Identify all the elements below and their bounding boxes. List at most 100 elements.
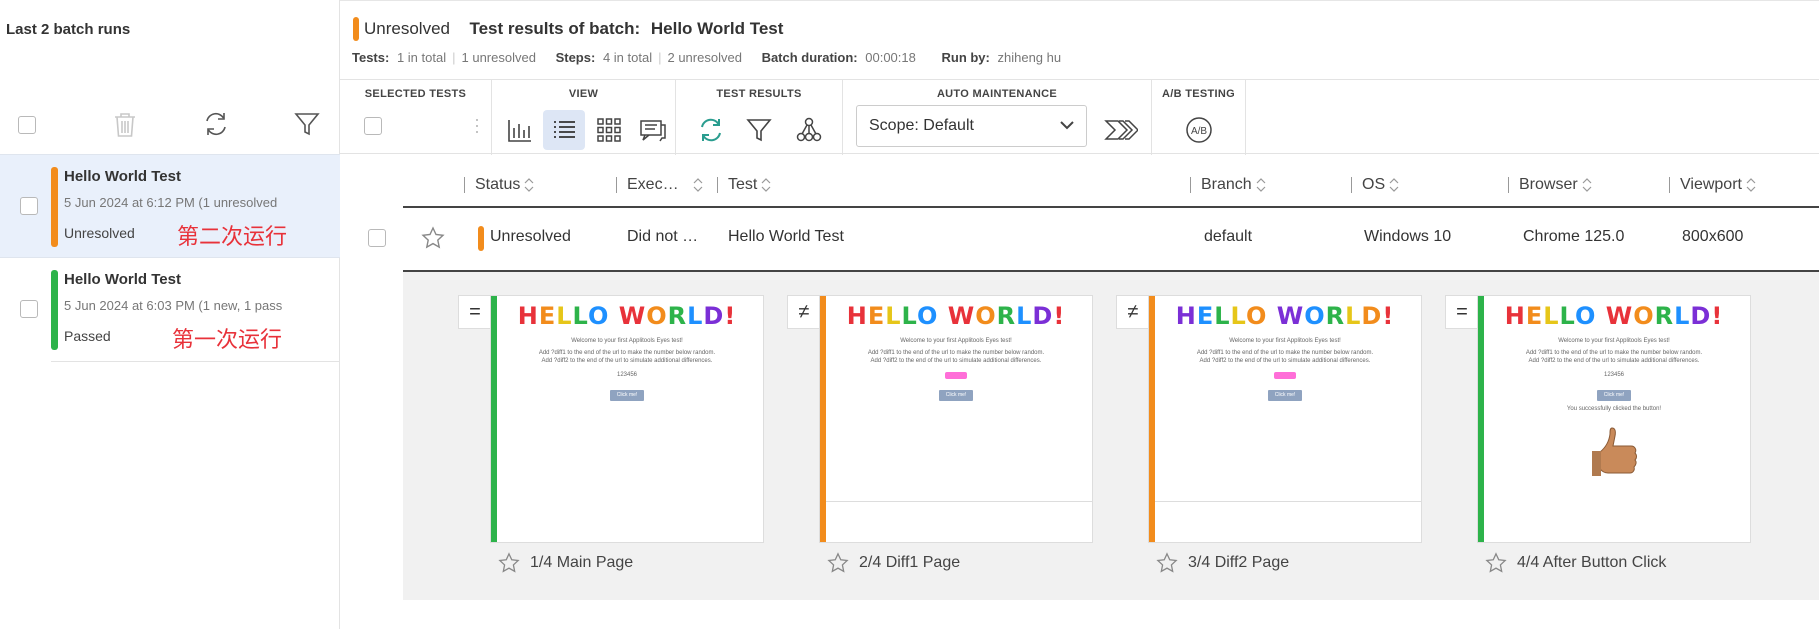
header-title-line: Unresolved Test results of batch: Hello … bbox=[364, 19, 783, 39]
sync-icon[interactable] bbox=[690, 110, 732, 150]
step-label[interactable]: 1/4 Main Page bbox=[498, 552, 633, 574]
duration-label: Batch duration: bbox=[761, 50, 858, 65]
ab-testing-icon[interactable]: A/B bbox=[1178, 110, 1220, 150]
annotation-second-run: 第二次运行 bbox=[177, 225, 288, 250]
header-status: Unresolved bbox=[364, 19, 450, 38]
selected-tests-label: SELECTED TESTS bbox=[364, 88, 467, 100]
thumb-welcome: Welcome to your first Applitools Eyes te… bbox=[900, 338, 1012, 344]
status-color-bar bbox=[51, 270, 58, 350]
step-label[interactable]: 2/4 Diff1 Page bbox=[827, 552, 960, 574]
auto-maintenance-group: AUTO MAINTENANCE Scope: Default bbox=[843, 80, 1152, 155]
col-status-label: Status bbox=[475, 176, 521, 193]
col-viewport[interactable]: Viewport bbox=[1669, 176, 1756, 194]
thumb-region-divider bbox=[1155, 501, 1421, 502]
sort-icon bbox=[524, 177, 534, 192]
scope-select[interactable]: Scope: Default bbox=[856, 105, 1087, 147]
tests-unresolved: 1 unresolved bbox=[461, 50, 536, 65]
thumb-welcome: Welcome to your first Applitools Eyes te… bbox=[571, 338, 683, 344]
col-test[interactable]: Test bbox=[717, 176, 771, 194]
step-thumbnail[interactable]: HELLO WORLD! Welcome to your first Applit… bbox=[490, 295, 764, 543]
step-status-bar bbox=[1149, 296, 1155, 542]
selected-tests-group: SELECTED TESTS · · · bbox=[340, 80, 492, 155]
test-results-label: TEST RESULTS bbox=[716, 88, 802, 100]
step-label-text: 4/4 After Button Click bbox=[1517, 554, 1667, 571]
col-browser[interactable]: Browser bbox=[1508, 176, 1592, 194]
thumb-welcome: Welcome to your first Applitools Eyes te… bbox=[1558, 338, 1670, 344]
col-branch[interactable]: Branch bbox=[1190, 176, 1266, 194]
row-checkbox[interactable] bbox=[368, 229, 386, 247]
batch-list-title: Last 2 batch runs bbox=[6, 21, 131, 38]
step-label-text: 1/4 Main Page bbox=[530, 554, 634, 571]
step-label[interactable]: 4/4 After Button Click bbox=[1485, 552, 1666, 574]
step-label[interactable]: 3/4 Diff2 Page bbox=[1156, 552, 1289, 574]
select-tests-checkbox[interactable] bbox=[364, 117, 382, 135]
more-options-icon[interactable]: · · · bbox=[474, 110, 480, 140]
batch-name: Hello World Test bbox=[64, 271, 181, 288]
thumb-line2: Add ?diff2 to the end of the url to simu… bbox=[1199, 358, 1371, 364]
col-test-label: Test bbox=[728, 176, 758, 193]
match-status-icon: ≠ bbox=[1116, 295, 1150, 329]
step-star-icon[interactable] bbox=[498, 552, 520, 574]
results-filter-icon[interactable] bbox=[738, 110, 780, 150]
thumb-headline: HELLO WORLD! bbox=[1175, 302, 1395, 330]
chevron-down-icon bbox=[1060, 121, 1074, 130]
star-icon[interactable] bbox=[421, 226, 445, 253]
batch-meta: 5 Jun 2024 at 6:03 PM (1 new, 1 pass bbox=[64, 298, 283, 313]
batch-row[interactable]: Hello World Test 5 Jun 2024 at 6:12 PM (… bbox=[0, 154, 340, 258]
step-star-icon[interactable] bbox=[827, 552, 849, 574]
auto-maintenance-label: AUTO MAINTENANCE bbox=[936, 88, 1058, 100]
cell-execution: Did not … bbox=[627, 228, 699, 245]
steps-total: 4 in total bbox=[602, 50, 653, 65]
batch-name: Hello World Test bbox=[64, 168, 181, 185]
delete-icon[interactable] bbox=[112, 111, 138, 142]
steps-label: Steps: bbox=[555, 50, 596, 65]
thumb-line1: Add ?diff1 to the end of the url to make… bbox=[867, 350, 1045, 356]
step-star-icon[interactable] bbox=[1485, 552, 1507, 574]
step-status-bar bbox=[820, 296, 826, 542]
bar-chart-view-icon[interactable] bbox=[499, 110, 541, 150]
select-all-checkbox[interactable] bbox=[18, 116, 36, 134]
sort-icon bbox=[1389, 177, 1399, 192]
group-by-icon[interactable] bbox=[788, 110, 830, 150]
comments-view-icon[interactable] bbox=[632, 110, 674, 150]
header-meta: Tests: 1 in total | 1 unresolved Steps: 4 … bbox=[352, 50, 1062, 65]
ab-icon-text: A/B bbox=[1191, 126, 1207, 137]
col-execution[interactable]: Exec… bbox=[616, 176, 703, 194]
tests-label: Tests: bbox=[352, 50, 390, 65]
filter-icon[interactable] bbox=[294, 111, 320, 140]
toolbar: SELECTED TESTS · · · VIEW TEST RESULTS AUT… bbox=[340, 79, 1819, 155]
col-status[interactable]: Status bbox=[464, 176, 534, 194]
thumbs-up-image bbox=[1590, 424, 1644, 490]
sort-icon bbox=[761, 177, 771, 192]
batch-checkbox[interactable] bbox=[20, 197, 38, 215]
thumb-line2: Add ?diff2 to the end of the url to simu… bbox=[1528, 358, 1700, 364]
step-thumbnail[interactable]: HELLO WORLD! Welcome to your first Applit… bbox=[1148, 295, 1422, 543]
thumb-line1: Add ?diff1 to the end of the url to make… bbox=[1525, 350, 1703, 356]
apply-maintenance-icon[interactable] bbox=[1099, 110, 1143, 150]
runby-value: zhiheng hu bbox=[997, 50, 1062, 65]
batch-list-panel: Last 2 batch runs Hello World Test 5 Jun… bbox=[0, 0, 340, 629]
status-color-bar bbox=[51, 167, 58, 247]
list-view-icon[interactable] bbox=[543, 110, 585, 150]
batch-row[interactable]: Hello World Test 5 Jun 2024 at 6:03 PM (… bbox=[0, 258, 340, 362]
step-thumbnail[interactable]: HELLO WORLD! Welcome to your first Applit… bbox=[819, 295, 1093, 543]
thumb-click-button: Click me! bbox=[939, 390, 973, 401]
thumb-number: 123456 bbox=[616, 372, 638, 378]
thumb-headline: HELLO WORLD! bbox=[517, 302, 737, 330]
batch-meta: 5 Jun 2024 at 6:12 PM (1 unresolved bbox=[64, 195, 278, 210]
thumb-line2: Add ?diff2 to the end of the url to simu… bbox=[541, 358, 713, 364]
step-star-icon[interactable] bbox=[1156, 552, 1178, 574]
refresh-icon[interactable] bbox=[202, 110, 230, 141]
col-os[interactable]: OS bbox=[1351, 176, 1399, 194]
view-label: VIEW bbox=[568, 88, 599, 100]
grid-view-icon[interactable] bbox=[588, 110, 630, 150]
header-title-prefix: Test results of batch: bbox=[469, 19, 641, 38]
tests-total: 1 in total bbox=[396, 50, 447, 65]
cell-test[interactable]: Hello World Test bbox=[728, 228, 844, 246]
step-thumbnail[interactable]: HELLO WORLD! Welcome to your first Applit… bbox=[1477, 295, 1751, 543]
step-status-bar bbox=[1478, 296, 1484, 542]
col-execution-label: Exec… bbox=[627, 176, 679, 193]
thumb-region-divider bbox=[826, 501, 1092, 502]
thumb-click-button: Click me! bbox=[1268, 390, 1302, 401]
batch-checkbox[interactable] bbox=[20, 300, 38, 318]
